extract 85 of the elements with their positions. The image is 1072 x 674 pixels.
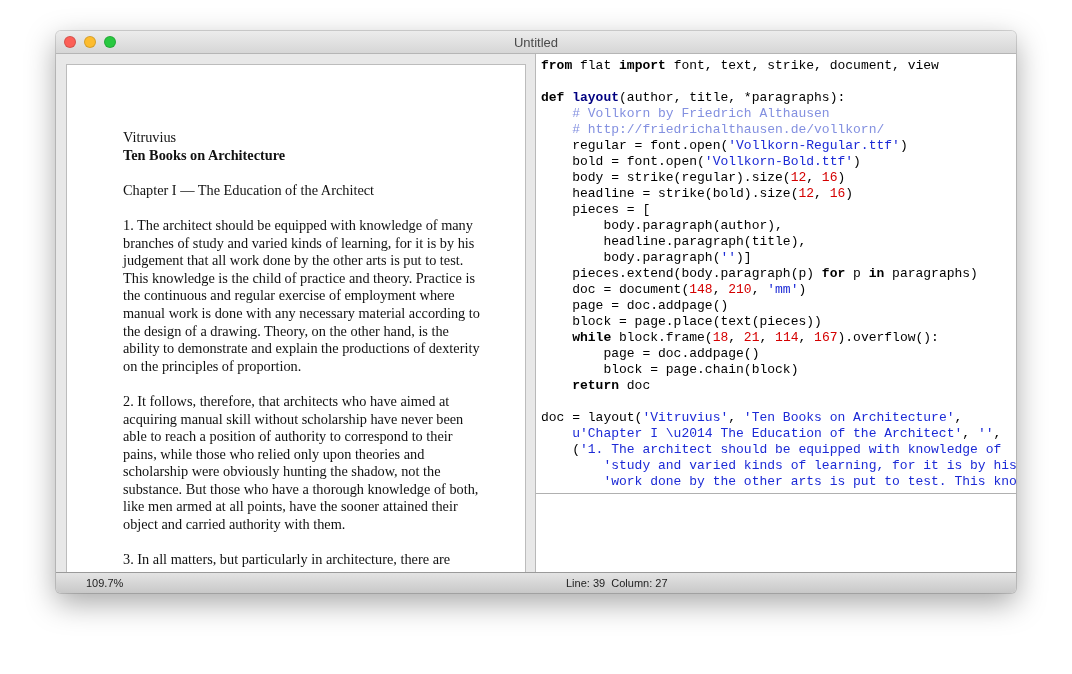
- code-number: 18: [712, 330, 729, 345]
- code-text: ).overflow():: [837, 330, 939, 345]
- code-string: 'study and varied kinds of learning, for it is by his: [602, 458, 1016, 473]
- zoom-level: 109.7%: [85, 577, 125, 589]
- code-keyword: import: [619, 58, 666, 73]
- document-title: Ten Books on Architecture: [123, 146, 287, 165]
- code-keyword: while: [571, 330, 612, 345]
- code-keyword: from: [541, 58, 573, 73]
- code-text: paragraphs): [891, 266, 978, 281]
- code-text: page = doc.addpage(): [571, 298, 729, 313]
- code-text: ,: [806, 170, 816, 185]
- code-string: 'Vollkorn-Regular.ttf': [728, 138, 900, 153]
- code-text: ,: [759, 330, 769, 345]
- code-editor[interactable]: [536, 54, 1016, 494]
- code-string: '1. The architect should be equipped with knowledge of: [580, 442, 1002, 457]
- code-string: 'Ten Books on Architecture': [743, 410, 955, 425]
- document-author: Vitruvius: [123, 129, 178, 147]
- code-text: regular = font.open(: [571, 138, 729, 153]
- code-text: ,: [993, 426, 1002, 441]
- code-text: (author, title, *paragraphs):: [619, 90, 846, 105]
- document-paragraph: 1. The architect should be equipped with knowledge of many branches of study and varied kinds of learning, for it is by his judgement that all work done by the other arts is put to test. This knowledge is the child of practice and theory. Practice is the continuous and regular exercise of employment where manual work is done with any necessary material according to the design of a drawing. Theory, on the other hand, is the ability to demonstrate and explain the productions of dexterity on the principles of proportion.: [123, 216, 481, 376]
- code-function-name: layout: [572, 90, 620, 105]
- code-number: 210: [728, 282, 752, 297]
- code-text: ): [899, 138, 908, 153]
- code-number: 21: [743, 330, 760, 345]
- zoom-button[interactable]: [104, 36, 116, 48]
- code-text: block = page.chain(block): [602, 362, 799, 377]
- code-text: headline.paragraph(title),: [602, 234, 807, 249]
- code-string: 'Vollkorn-Bold.ttf': [704, 154, 854, 169]
- code-number: 16: [821, 170, 838, 185]
- code-text: ): [853, 154, 861, 169]
- code-number: 12: [790, 170, 807, 185]
- code-text: pieces = [: [571, 202, 651, 217]
- cursor-position: Line: 39 Column: 27: [565, 577, 668, 589]
- code-text: ,: [798, 330, 808, 345]
- code-string: '': [720, 250, 737, 265]
- code-text: page = doc.addpage(): [602, 346, 760, 361]
- code-text: ): [798, 282, 807, 297]
- code-keyword: in: [868, 266, 885, 281]
- code-text: doc: [625, 378, 651, 393]
- code-string: u'Chapter I \u2014 The Education of the Architect': [571, 426, 963, 441]
- code-text: font, text, strike, document, view: [672, 58, 939, 73]
- minimize-button[interactable]: [84, 36, 96, 48]
- code-comment: # http://friedrichalthausen.de/vollkorn/: [571, 122, 885, 137]
- code-text: ,: [751, 282, 761, 297]
- code-text: (: [571, 442, 580, 457]
- code-text: ,: [728, 330, 738, 345]
- code-string: '': [977, 426, 994, 441]
- code-number: 167: [814, 330, 838, 345]
- code-text: block = page.place(text(pieces)): [571, 314, 822, 329]
- code-text: p: [852, 266, 862, 281]
- code-text: block.frame(: [618, 330, 713, 345]
- document-paragraph: 2. It follows, therefore, that architects who have aimed at acquiring manual skill without scholarship have never been able to reach a position of authority to correspond to their pains, while those who relied only upon theories and scholarship were obviously hunting the shadow, not the substance. But those who have a thorough knowledge of both, like men armed at all points, have the sooner attained their object and carried authority with them.: [123, 392, 480, 534]
- code-text: ,: [954, 410, 963, 425]
- code-text: flat: [579, 58, 613, 73]
- code-string: 'Vitruvius': [642, 410, 729, 425]
- code-number: 114: [775, 330, 799, 345]
- window-title: Untitled: [513, 34, 559, 50]
- code-number: 16: [829, 186, 846, 201]
- code-keyword: for: [821, 266, 846, 281]
- code-string: 'mm': [767, 282, 799, 297]
- code-comment: # Vollkorn by Friedrich Althausen: [571, 106, 830, 121]
- document-paragraph: 3. In all matters, but particularly in architecture, there are: [123, 551, 452, 569]
- code-text: bold = font.open(: [571, 154, 705, 169]
- code-text: body.paragraph(author),: [602, 218, 783, 233]
- code-keyword: return: [571, 378, 619, 393]
- code-text: doc = document(: [571, 282, 690, 297]
- code-string: 'work done by the other arts is put to test. This kno: [602, 474, 1016, 489]
- code-text: headline = strike(bold).size(: [571, 186, 799, 201]
- code-number: 148: [689, 282, 713, 297]
- code-text: ): [845, 186, 854, 201]
- code-text: ,: [814, 186, 823, 201]
- code-text: ,: [962, 426, 972, 441]
- document-paragraph: Chapter I — The Education of the Architect: [123, 181, 376, 200]
- code-text: ,: [728, 410, 738, 425]
- code-keyword: def: [541, 90, 566, 105]
- close-button[interactable]: [64, 36, 76, 48]
- code-text: pieces.extend(body.paragraph(p): [571, 266, 816, 281]
- code-text: body.paragraph(: [602, 250, 721, 265]
- code-text: doc = layout(: [541, 410, 643, 425]
- code-text: ,: [712, 282, 722, 297]
- code-text: ): [837, 170, 846, 185]
- code-text: body = strike(regular).size(: [571, 170, 791, 185]
- code-text: )]: [736, 250, 752, 265]
- code-number: 12: [798, 186, 815, 201]
